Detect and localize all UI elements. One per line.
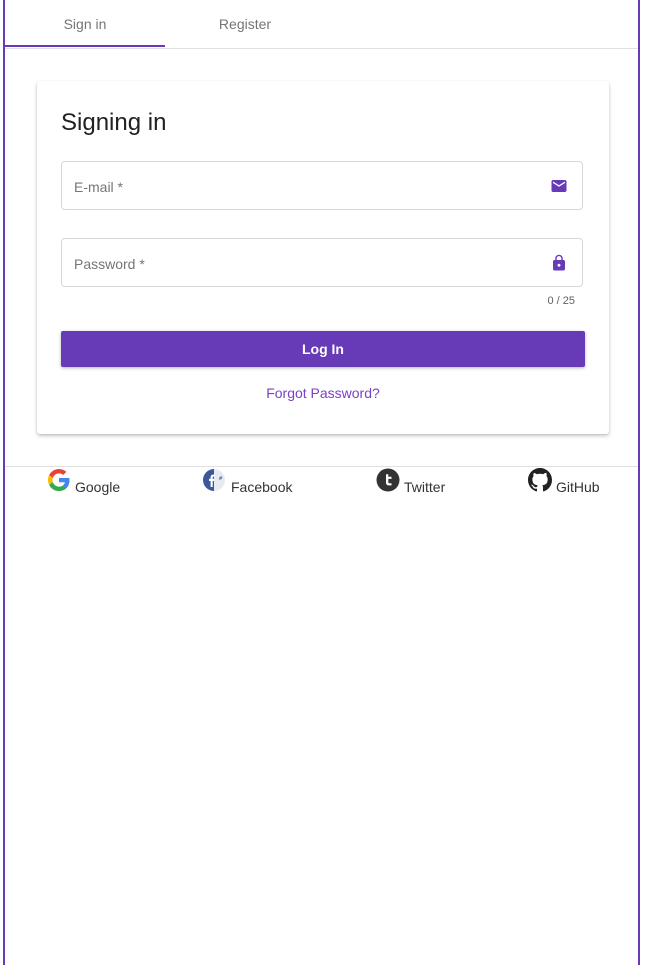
card-title: Signing in bbox=[61, 109, 167, 136]
svg-text:#: # bbox=[219, 476, 223, 482]
login-button[interactable]: Log In bbox=[61, 331, 585, 367]
github-label: GitHub bbox=[556, 479, 600, 495]
password-field bbox=[61, 238, 583, 288]
facebook-icon: # bbox=[203, 469, 225, 491]
google-icon bbox=[48, 469, 70, 491]
twitter-icon bbox=[376, 468, 400, 492]
tab-indicator bbox=[5, 45, 165, 47]
sign-in-card: Signing in 0 / 25 Log In Forgot Password… bbox=[37, 81, 609, 434]
lock-icon bbox=[553, 254, 565, 271]
page-frame: Sign in Register Signing in 0 / 25 Log I… bbox=[3, 0, 640, 965]
email-input[interactable] bbox=[72, 162, 546, 211]
facebook-label: Facebook bbox=[231, 479, 293, 495]
email-field bbox=[61, 161, 583, 211]
auth-tabs: Sign in Register bbox=[5, 0, 638, 49]
tab-sign-in[interactable]: Sign in bbox=[5, 0, 165, 47]
twitter-label: Twitter bbox=[404, 479, 446, 495]
tab-register[interactable]: Register bbox=[165, 0, 325, 47]
google-label: Google bbox=[75, 479, 121, 495]
password-char-counter: 0 / 25 bbox=[547, 295, 575, 307]
github-icon bbox=[528, 468, 552, 492]
social-divider bbox=[5, 466, 638, 467]
forgot-password-link[interactable]: Forgot Password? bbox=[37, 385, 609, 401]
password-input[interactable] bbox=[72, 239, 546, 288]
mail-icon bbox=[551, 180, 567, 192]
